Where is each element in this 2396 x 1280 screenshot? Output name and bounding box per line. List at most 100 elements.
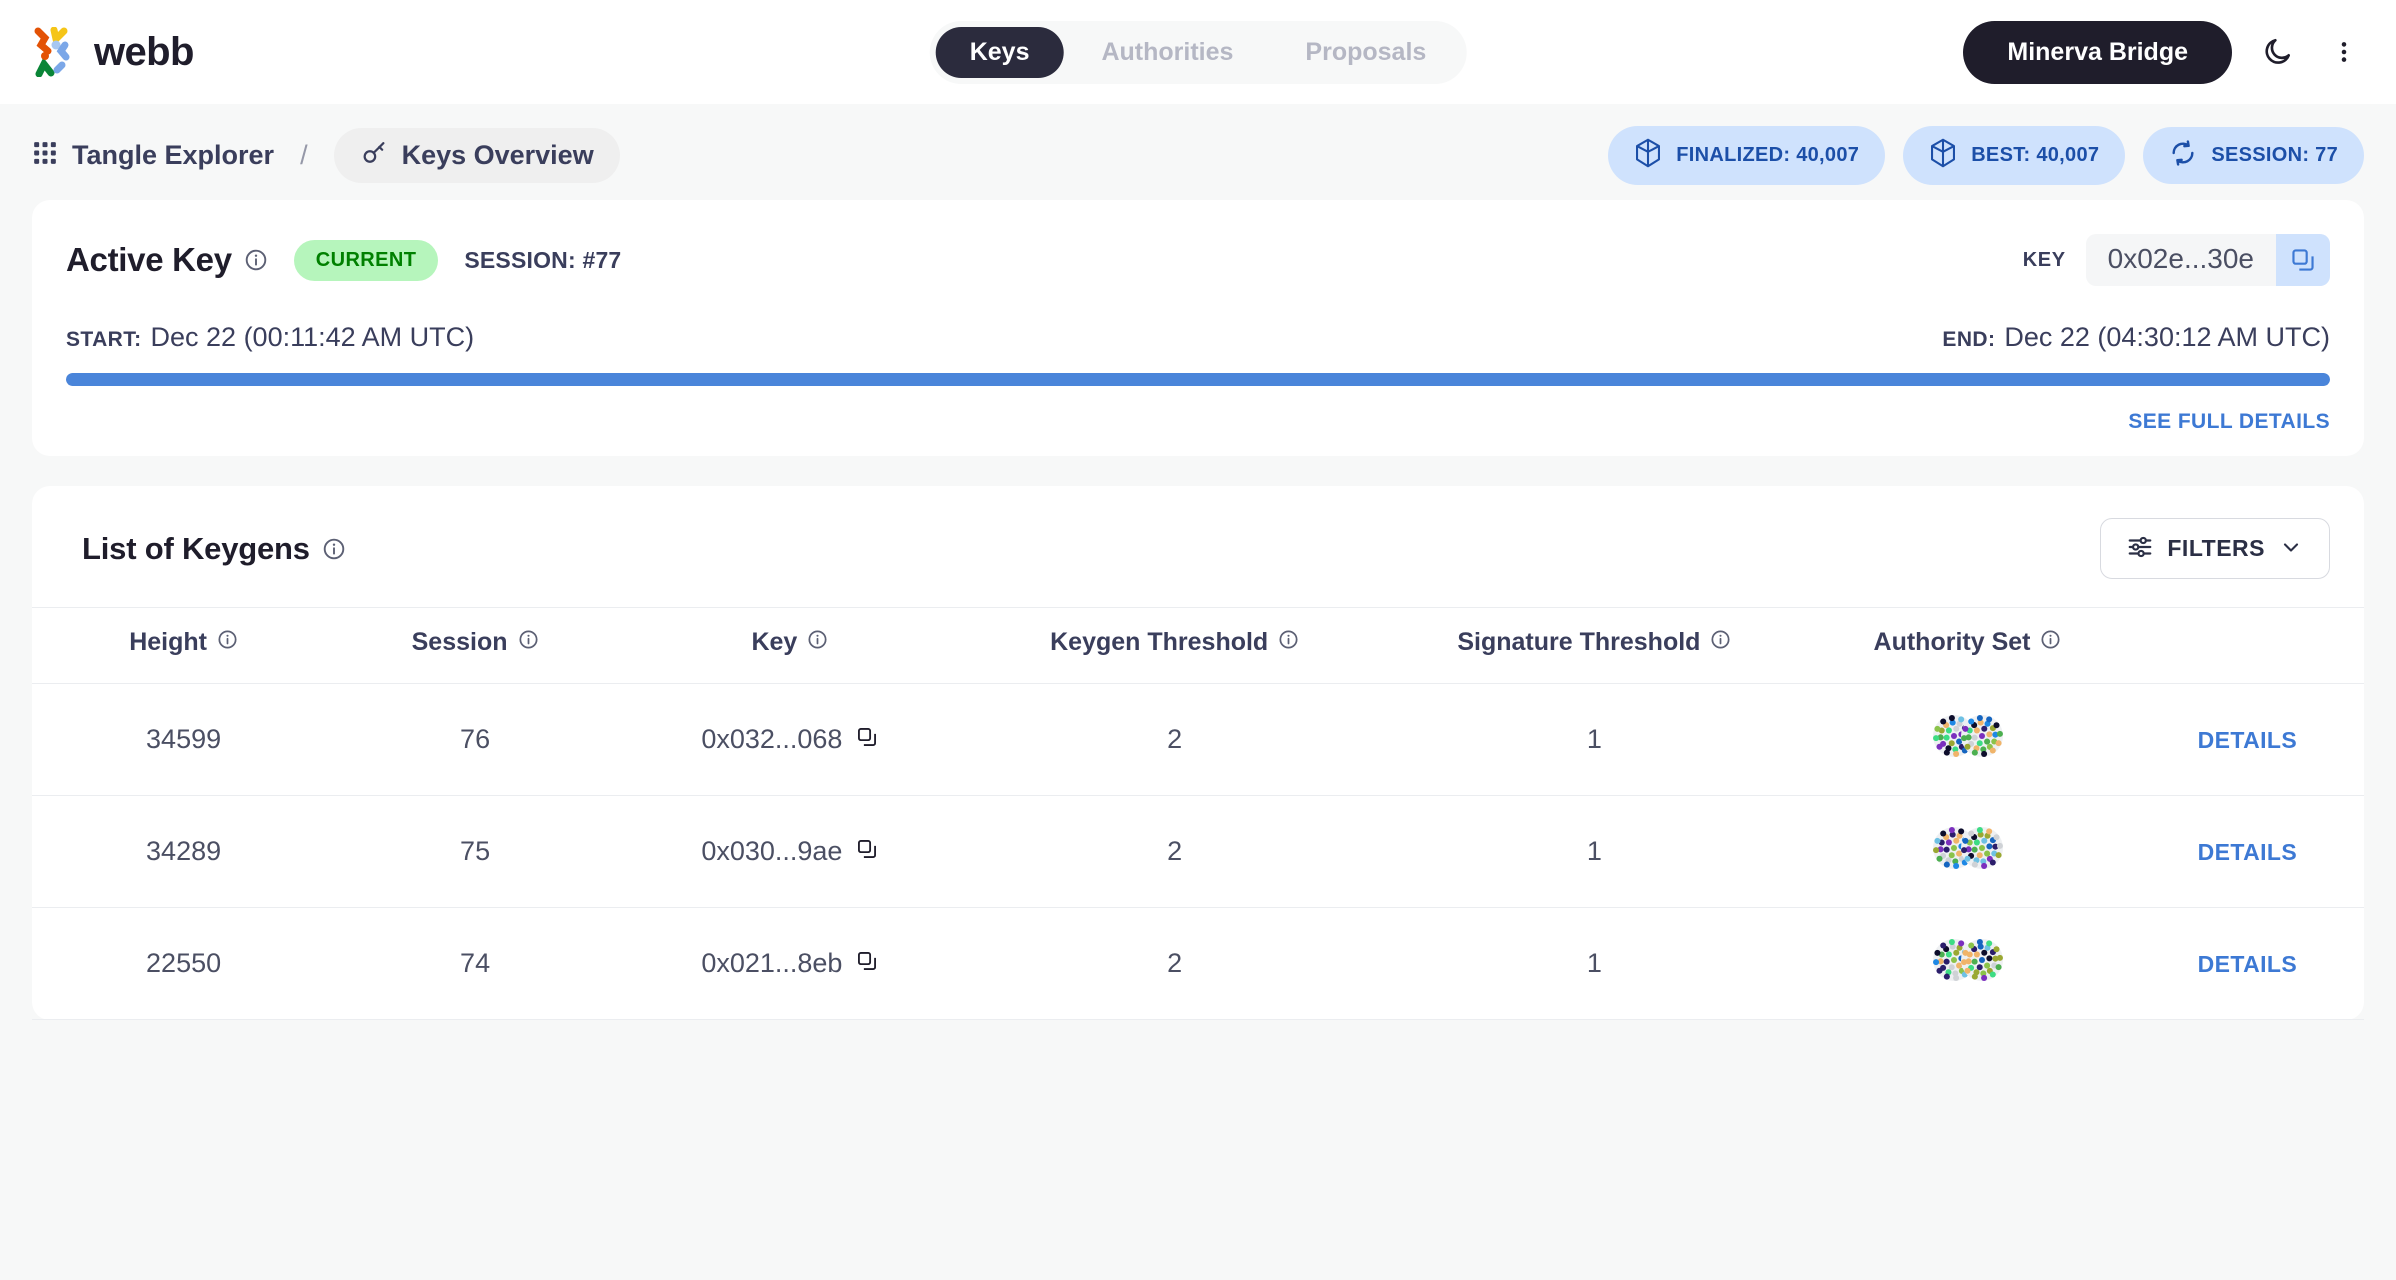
header-actions: Minerva Bridge <box>1963 20 2364 84</box>
key-pill: 0x02e...30e <box>2085 234 2330 286</box>
vertical-dots-icon[interactable] <box>2324 32 2364 72</box>
tab-authorities[interactable]: Authorities <box>1067 27 1267 78</box>
column-label: Keygen Threshold <box>1050 628 1269 656</box>
identicon-avatar-group[interactable] <box>1932 827 2003 869</box>
cell-session: 74 <box>335 907 615 1020</box>
end-value: Dec 22 (04:30:12 AM UTC) <box>2004 322 2330 352</box>
moon-icon[interactable] <box>2258 32 2298 72</box>
cell-signature-threshold: 1 <box>1384 683 1805 796</box>
cell-authority-set <box>1804 683 2131 796</box>
breadcrumb: Tangle Explorer / Keys Overview <box>32 127 620 183</box>
cell-authority-set <box>1804 795 2131 908</box>
cell-key: 0x021...8eb <box>614 907 965 1020</box>
identicon-avatar-group[interactable] <box>1932 715 2003 757</box>
webb-logo-icon <box>32 27 78 77</box>
stat-chip-finalized[interactable]: FINALIZED: 40,007 <box>1608 125 1886 185</box>
stat-chip-best[interactable]: BEST: 40,007 <box>1903 125 2126 185</box>
info-icon[interactable] <box>244 248 268 272</box>
breadcrumb-root[interactable]: Tangle Explorer <box>72 140 274 171</box>
cell-keygen-threshold: 2 <box>964 683 1385 796</box>
info-icon[interactable] <box>1278 628 1299 657</box>
breadcrumb-separator: / <box>300 139 308 170</box>
breadcrumb-current-label: Keys Overview <box>401 139 594 170</box>
sliders-icon <box>2127 534 2153 563</box>
copy-icon[interactable] <box>2276 234 2330 286</box>
column-header-keygen-threshold[interactable]: Keygen Threshold <box>964 607 1385 684</box>
cell-authority-set <box>1804 907 2131 1020</box>
keygens-table: Height Session Key Keygen Threshold Sign… <box>32 607 2364 1020</box>
column-label: Height <box>129 628 207 656</box>
key-text: 0x030...9ae <box>701 836 843 866</box>
cell-keygen-threshold: 2 <box>964 795 1385 908</box>
table-row[interactable]: 34599 76 0x032...068 2 1 DETAILS <box>32 683 2364 796</box>
active-key-session: SESSION: #77 <box>464 246 622 273</box>
start-label: START: <box>66 328 142 351</box>
end-time: END: Dec 22 (04:30:12 AM UTC) <box>1942 322 2330 353</box>
details-link[interactable]: DETAILS <box>2198 951 2297 977</box>
active-key-footer: SEE FULL DETAILS <box>66 410 2330 434</box>
active-key-title: Active Key <box>66 241 232 278</box>
app-header: webb Keys Authorities Proposals Minerva … <box>0 0 2396 104</box>
cell-keygen-threshold: 2 <box>964 907 1385 1020</box>
cell-height: 34599 <box>32 683 336 796</box>
key-label: KEY <box>2022 248 2066 271</box>
table-row[interactable]: 22550 74 0x021...8eb 2 1 DETAILS <box>32 907 2364 1020</box>
cube-icon <box>1929 138 1957 173</box>
stat-chip-session-label: SESSION: 77 <box>2211 143 2338 166</box>
info-icon[interactable] <box>807 628 828 657</box>
identicon-avatar-group[interactable] <box>1932 939 2003 981</box>
session-progress-fill <box>66 373 2330 386</box>
copy-icon[interactable] <box>856 836 878 867</box>
cell-signature-threshold: 1 <box>1384 795 1805 908</box>
copy-icon[interactable] <box>856 948 878 979</box>
details-link[interactable]: DETAILS <box>2198 727 2297 753</box>
cell-session: 76 <box>335 683 615 796</box>
start-value: Dec 22 (00:11:42 AM UTC) <box>150 322 475 352</box>
column-label: Session <box>411 628 508 656</box>
cell-details: DETAILS <box>2130 907 2364 1020</box>
cell-height: 34289 <box>32 795 336 908</box>
chain-stat-chips: FINALIZED: 40,007 BEST: 40,007 SESSION: … <box>1608 125 2364 185</box>
stat-chip-session[interactable]: SESSION: 77 <box>2143 126 2364 184</box>
breadcrumb-current[interactable]: Keys Overview <box>333 127 620 183</box>
chain-selector-button[interactable]: Minerva Bridge <box>1963 20 2232 84</box>
info-icon[interactable] <box>518 628 539 657</box>
copy-icon[interactable] <box>856 724 878 755</box>
cell-signature-threshold: 1 <box>1384 907 1805 1020</box>
cell-key: 0x032...068 <box>614 683 965 796</box>
stat-chip-best-label: BEST: 40,007 <box>1971 143 2100 166</box>
info-icon[interactable] <box>2040 628 2061 657</box>
cell-session: 75 <box>335 795 615 908</box>
key-text: 0x021...8eb <box>701 948 843 978</box>
see-full-details-link[interactable]: SEE FULL DETAILS <box>2128 410 2330 434</box>
brand-name: webb <box>94 29 194 74</box>
active-key-header: Active Key CURRENT SESSION: #77 KEY 0x02… <box>66 234 2330 286</box>
filters-button[interactable]: FILTERS <box>2100 518 2330 579</box>
session-progress-bar <box>66 373 2330 386</box>
refresh-icon <box>2169 139 2197 172</box>
active-key-card: Active Key CURRENT SESSION: #77 KEY 0x02… <box>32 200 2364 456</box>
details-link[interactable]: DETAILS <box>2198 839 2297 865</box>
filters-label: FILTERS <box>2167 535 2265 561</box>
column-header-signature-threshold[interactable]: Signature Threshold <box>1384 607 1805 684</box>
info-icon[interactable] <box>217 628 238 657</box>
column-header-height[interactable]: Height <box>32 607 336 684</box>
cell-details: DETAILS <box>2130 795 2364 908</box>
info-icon[interactable] <box>322 537 346 561</box>
cell-key: 0x030...9ae <box>614 795 965 908</box>
info-icon[interactable] <box>1710 628 1731 657</box>
cube-icon <box>1634 138 1662 173</box>
keygens-card: List of Keygens FILTERS Height Session K… <box>32 486 2364 1020</box>
column-header-authority-set[interactable]: Authority Set <box>1804 607 2131 684</box>
column-header-key[interactable]: Key <box>614 607 965 684</box>
grid-apps-icon[interactable] <box>32 140 58 171</box>
end-label: END: <box>1942 328 1996 351</box>
status-badge: CURRENT <box>293 239 439 281</box>
column-header-session[interactable]: Session <box>335 607 615 684</box>
brand-logo[interactable]: webb <box>32 27 194 77</box>
tab-keys[interactable]: Keys <box>935 26 1064 78</box>
tab-proposals[interactable]: Proposals <box>1271 27 1460 78</box>
table-row[interactable]: 34289 75 0x030...9ae 2 1 DETAILS <box>32 795 2364 908</box>
keygens-header: List of Keygens FILTERS <box>32 486 2364 607</box>
key-value: 0x02e...30e <box>2107 243 2254 274</box>
